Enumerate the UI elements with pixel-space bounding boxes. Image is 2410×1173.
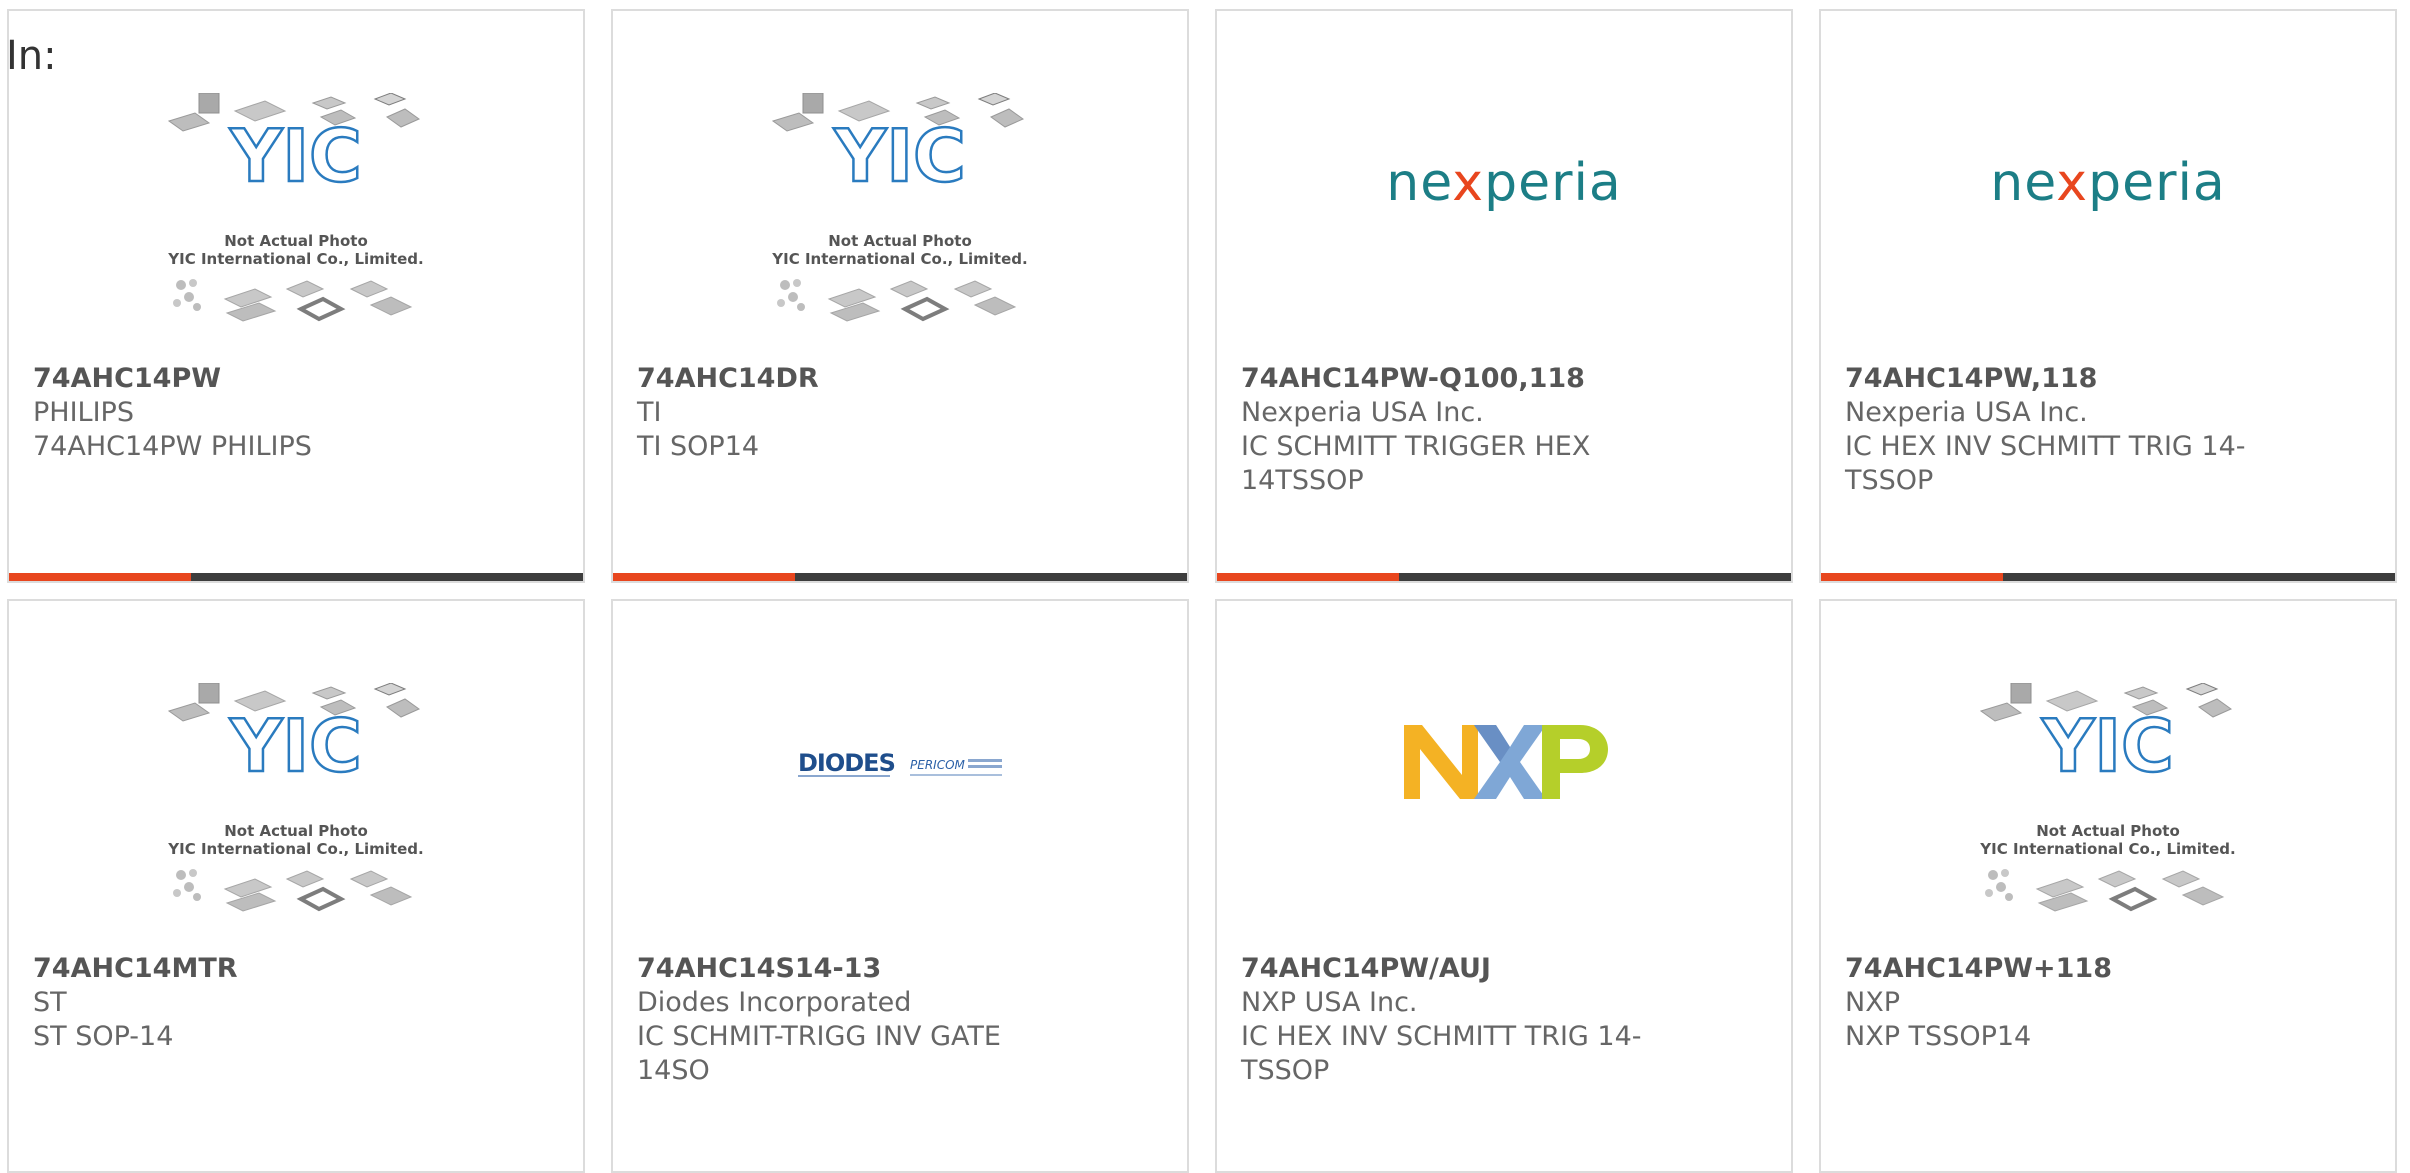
card-bottom-bar <box>613 573 1187 581</box>
description: TI SOP14 <box>637 431 760 462</box>
manufacturer: PHILIPS <box>33 397 134 428</box>
nxp-logo <box>1404 725 1608 799</box>
product-image: YIC Not Actual Photo YIC International C… <box>613 93 1187 353</box>
svg-text:YIC: YIC <box>2041 704 2174 788</box>
description: NXP TSSOP14 <box>1845 1021 2032 1052</box>
product-card[interactable]: YIC Not Actual Photo YIC International C… <box>611 9 1189 583</box>
diodes-pericom-logo: DIODES PERICOM <box>798 749 1002 777</box>
yic-placeholder-image: YIC Not Actual Photo YIC International C… <box>167 93 424 323</box>
nexperia-logo: nexperia <box>1990 153 2226 213</box>
product-image <box>1217 683 1791 943</box>
description: IC SCHMITT TRIGGER HEX 14TSSOP <box>1241 431 1591 496</box>
yic-caption-line2: YIC International Co., Limited. <box>167 840 423 858</box>
svg-text:YIC: YIC <box>229 704 362 788</box>
manufacturer: ST <box>33 987 67 1018</box>
card-bottom-bar <box>1821 573 2395 581</box>
product-card[interactable]: DIODES PERICOM 74AHC14S14-13 Diodes Inco… <box>611 599 1189 1173</box>
description: IC HEX INV SCHMITT TRIG 14-TSSOP <box>1845 431 2246 496</box>
manufacturer: Diodes Incorporated <box>637 987 912 1018</box>
product-image: YIC Not Actual Photo YIC International C… <box>1821 683 2395 943</box>
product-image: nexperia <box>1821 93 2395 353</box>
product-card[interactable]: nexperia 74AHC14PW-Q100,118 Nexperia USA… <box>1215 9 1793 583</box>
description: IC SCHMIT-TRIGG INV GATE 14SO <box>637 1021 1001 1086</box>
yic-caption-line1: Not Actual Photo <box>224 232 368 250</box>
part-number[interactable]: 74AHC14PW <box>33 362 453 396</box>
yic-caption-line2: YIC International Co., Limited. <box>1979 840 2235 858</box>
description: 74AHC14PW PHILIPS <box>33 431 312 462</box>
part-number[interactable]: 74AHC14PW/AUJ <box>1241 952 1661 986</box>
manufacturer: NXP USA Inc. <box>1241 987 1418 1018</box>
product-card[interactable]: 74AHC14PW/AUJ NXP USA Inc. IC HEX INV SC… <box>1215 599 1793 1173</box>
yic-caption-line1: Not Actual Photo <box>224 822 368 840</box>
description: ST SOP-14 <box>33 1021 174 1052</box>
nexperia-logo: nexperia <box>1386 153 1622 213</box>
manufacturer: NXP <box>1845 987 1900 1018</box>
product-card[interactable]: YIC Not Actual Photo YIC International C… <box>7 599 585 1173</box>
part-number[interactable]: 74AHC14PW+118 <box>1845 952 2265 986</box>
yic-caption-line2: YIC International Co., Limited. <box>771 250 1027 268</box>
product-image: nexperia <box>1217 93 1791 353</box>
card-bottom-bar <box>1217 573 1791 581</box>
yic-placeholder-image: YIC Not Actual Photo YIC International C… <box>771 93 1028 323</box>
product-image: YIC Not Actual Photo YIC International C… <box>9 683 583 943</box>
product-card[interactable]: YIC Not Actual Photo YIC International C… <box>1819 599 2397 1173</box>
yic-placeholder-image: YIC Not Actual Photo YIC International C… <box>167 683 424 913</box>
yic-placeholder-image: YIC Not Actual Photo YIC International C… <box>1979 683 2236 913</box>
part-number[interactable]: 74AHC14DR <box>637 362 1057 396</box>
yic-caption-line2: YIC International Co., Limited. <box>167 250 423 268</box>
part-number[interactable]: 74AHC14MTR <box>33 952 453 986</box>
card-bottom-bar <box>9 573 583 581</box>
part-number[interactable]: 74AHC14PW-Q100,118 <box>1241 362 1661 396</box>
manufacturer: Nexperia USA Inc. <box>1845 397 2088 428</box>
yic-caption-line1: Not Actual Photo <box>828 232 972 250</box>
manufacturer: Nexperia USA Inc. <box>1241 397 1484 428</box>
svg-text:PERICOM: PERICOM <box>910 758 966 772</box>
manufacturer: TI <box>637 397 662 428</box>
svg-text:DIODES: DIODES <box>798 749 895 777</box>
product-grid: YIC Not Actual Photo YIC International C… <box>0 0 2410 1173</box>
svg-text:YIC: YIC <box>229 114 362 198</box>
product-card[interactable]: nexperia 74AHC14PW,118 Nexperia USA Inc.… <box>1819 9 2397 583</box>
product-card[interactable]: YIC Not Actual Photo YIC International C… <box>7 9 585 583</box>
page-label: In: <box>6 33 57 79</box>
description: IC HEX INV SCHMITT TRIG 14-TSSOP <box>1241 1021 1642 1086</box>
product-image: YIC Not Actual Photo YIC International C… <box>9 93 583 353</box>
product-image: DIODES PERICOM <box>613 683 1187 943</box>
yic-caption-line1: Not Actual Photo <box>2036 822 2180 840</box>
svg-text:YIC: YIC <box>833 114 966 198</box>
part-number[interactable]: 74AHC14PW,118 <box>1845 362 2265 396</box>
part-number[interactable]: 74AHC14S14-13 <box>637 952 1057 986</box>
